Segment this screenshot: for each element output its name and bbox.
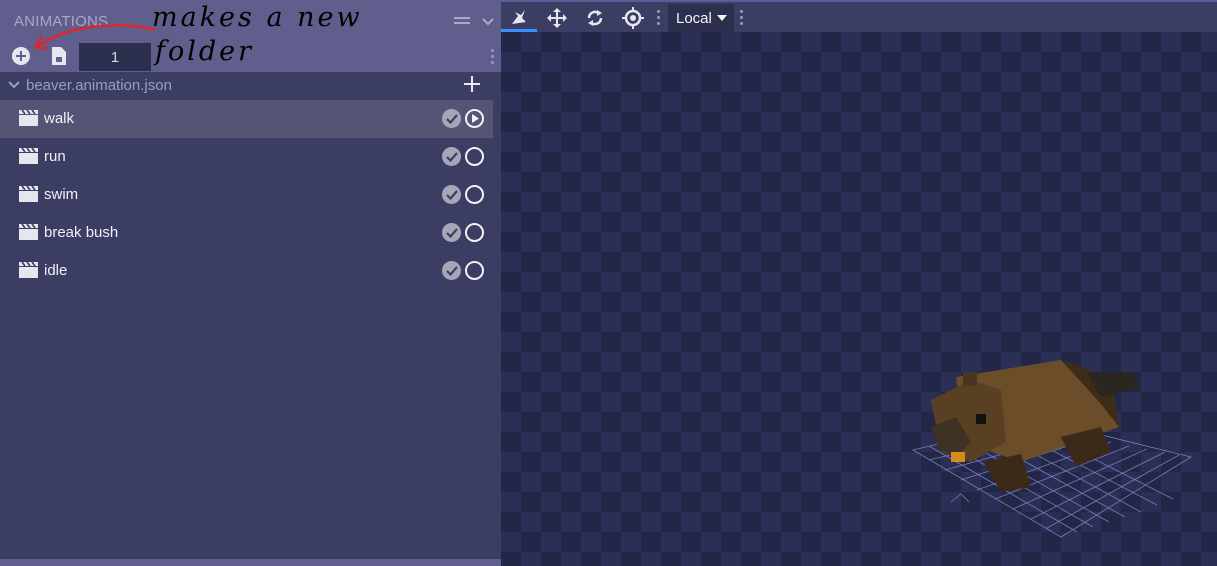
- animation-row-swim[interactable]: swim: [0, 176, 493, 214]
- transform-space-select[interactable]: Local: [668, 4, 734, 32]
- clapperboard-icon: [19, 223, 38, 245]
- rotate-icon: [587, 10, 603, 26]
- animation-row-break-bush[interactable]: break bush: [0, 214, 493, 252]
- tool-pivot-button[interactable]: [615, 4, 651, 32]
- clapperboard-icon: [19, 261, 38, 283]
- clapperboard-icon: [19, 185, 38, 207]
- chevron-down-icon[interactable]: [481, 15, 495, 33]
- annotation-line-1: makes a new: [152, 2, 363, 33]
- animations-panel: ANIMATIONS beaver.animation.json walkrun…: [0, 0, 501, 566]
- panel-menu-icon[interactable]: [453, 14, 471, 33]
- tool-rotate-button[interactable]: [577, 4, 613, 32]
- check-icon[interactable]: [442, 109, 461, 128]
- animation-label: break bush: [44, 224, 119, 241]
- radio-circle-icon[interactable]: [465, 185, 484, 204]
- panel-resize-bar[interactable]: [0, 559, 501, 566]
- transform-space-value: Local: [676, 9, 712, 27]
- radio-circle-icon[interactable]: [465, 223, 484, 242]
- check-icon[interactable]: [442, 261, 461, 280]
- toolbar-more-icon[interactable]: [491, 49, 495, 65]
- pose-icon: [512, 9, 526, 24]
- move-icon: [547, 8, 567, 28]
- toolbar-more-icon[interactable]: [657, 10, 661, 26]
- animation-file-name: beaver.animation.json: [26, 77, 172, 94]
- clapperboard-icon: [19, 147, 38, 169]
- add-animation-button[interactable]: [464, 74, 480, 96]
- animation-file-row[interactable]: beaver.animation.json: [0, 72, 501, 100]
- viewport-toolbar: Local: [501, 0, 1217, 32]
- caret-down-icon: [716, 15, 727, 21]
- animation-label: idle: [44, 262, 68, 279]
- animation-row-run[interactable]: run: [0, 138, 493, 176]
- check-icon[interactable]: [442, 147, 461, 166]
- play-icon[interactable]: [465, 109, 484, 128]
- annotation-line-2: folder: [155, 36, 255, 67]
- radio-circle-icon[interactable]: [465, 261, 484, 280]
- tool-move-button[interactable]: [539, 4, 575, 32]
- animation-label: walk: [44, 110, 75, 127]
- crosshair-icon: [622, 7, 644, 29]
- tool-pose-button[interactable]: [501, 4, 537, 32]
- animation-row-walk[interactable]: walk: [0, 100, 493, 138]
- check-icon[interactable]: [442, 185, 461, 204]
- toolbar-more-icon[interactable]: [740, 10, 744, 26]
- animation-row-idle[interactable]: idle: [0, 252, 493, 290]
- beaver-model[interactable]: [501, 32, 1217, 566]
- check-icon[interactable]: [442, 223, 461, 242]
- clapperboard-icon: [19, 109, 38, 131]
- animation-label: run: [44, 148, 66, 165]
- animation-label: swim: [44, 186, 79, 203]
- radio-circle-icon[interactable]: [465, 147, 484, 166]
- 3d-viewport[interactable]: [501, 32, 1217, 566]
- chevron-down-icon[interactable]: [7, 78, 21, 96]
- plus-icon: [464, 76, 480, 92]
